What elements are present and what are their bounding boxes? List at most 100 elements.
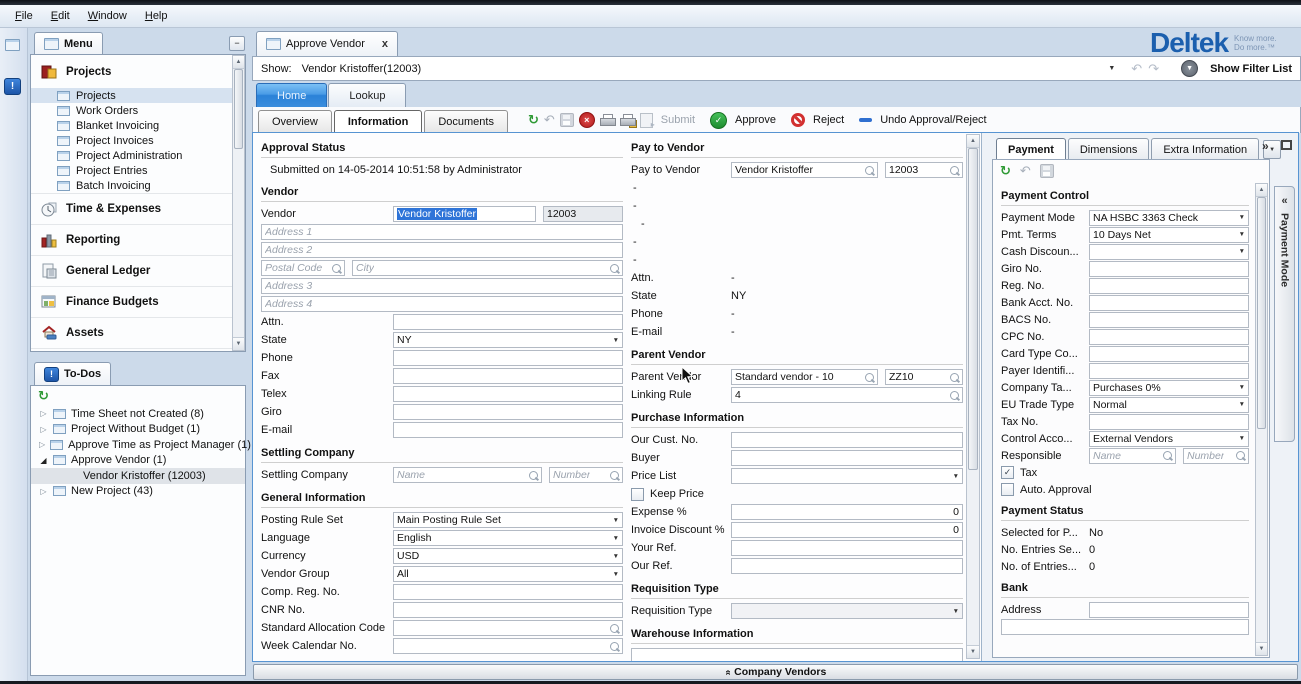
expander-icon[interactable]: ▷ [39, 440, 45, 449]
undo-approval-icon[interactable] [859, 118, 872, 122]
cash-discoun-select[interactable]: ▼ [1089, 244, 1249, 260]
standard-allocation-code-lookup[interactable] [393, 620, 623, 636]
address-input[interactable] [631, 648, 963, 661]
our-cust-no-input[interactable] [731, 432, 963, 448]
undo-icon[interactable]: ↶ [544, 114, 555, 126]
sidebar-group-assets[interactable]: Assets [31, 317, 232, 348]
language-select[interactable]: English▼ [393, 530, 623, 546]
company-vendors-bar[interactable]: « Company Vendors [253, 664, 1298, 680]
maximize-panel-icon[interactable] [1281, 140, 1292, 150]
buyer-input[interactable] [731, 450, 963, 466]
sidebar-item-blanket-invoicing[interactable]: Blanket Invoicing [31, 118, 232, 133]
your-ref-input[interactable] [731, 540, 963, 556]
week-calendar-no-lookup[interactable] [393, 638, 623, 654]
tax-checkbox[interactable]: ✓ [1001, 466, 1014, 479]
print-icon[interactable] [600, 114, 615, 127]
bank-acct-no-input[interactable] [1089, 295, 1249, 311]
responsible-lookup[interactable]: Name [1089, 448, 1176, 464]
tab-lookup[interactable]: Lookup [328, 83, 406, 108]
payment-mode-select[interactable]: NA HSBC 3363 Check▼ [1089, 210, 1249, 226]
expander-icon[interactable]: ▷ [39, 409, 48, 418]
fax-input[interactable] [393, 368, 623, 384]
invoice-discount-input[interactable]: 0 [731, 522, 963, 538]
refresh-icon[interactable]: ↻ [38, 390, 49, 402]
print-setup-icon[interactable] [620, 114, 635, 127]
todo-item-time-sheet-not-created-8[interactable]: ▷Time Sheet not Created (8) [31, 406, 245, 422]
submit-button[interactable]: Submit [661, 114, 695, 126]
e-mail-input[interactable] [393, 422, 623, 438]
sidebar-group-general-ledger[interactable]: General Ledger [31, 255, 232, 286]
requisition-type-select[interactable]: ▼ [731, 603, 963, 619]
keep-price-checkbox[interactable] [631, 488, 644, 501]
panels-icon[interactable] [5, 39, 20, 51]
cnr-no-input[interactable] [393, 602, 623, 618]
giro-no-input[interactable] [1089, 261, 1249, 277]
filter-list-toggle-icon[interactable]: ▼ [1181, 60, 1198, 77]
refresh-icon[interactable]: ↻ [1000, 165, 1011, 177]
parent-vendor-lookup[interactable]: ZZ10 [885, 369, 963, 385]
scroll-down-icon[interactable]: ▼ [967, 645, 979, 658]
menu-edit[interactable]: Edit [42, 8, 79, 24]
scroll-up-icon[interactable]: ▲ [1256, 184, 1267, 197]
expander-icon[interactable]: ▷ [39, 487, 48, 496]
state-select[interactable]: NY▼ [393, 332, 623, 348]
pmt-terms-select[interactable]: 10 Days Net▼ [1089, 227, 1249, 243]
tax-no-input[interactable] [1089, 414, 1249, 430]
show-combo-arrow-icon[interactable]: ▼ [1108, 65, 1115, 72]
card-type-co-input[interactable] [1089, 346, 1249, 362]
vendor-input[interactable]: Vendor Kristoffer [393, 206, 536, 222]
company-ta-select[interactable]: Purchases 0%▼ [1089, 380, 1249, 396]
subtab-information[interactable]: Information [334, 110, 423, 133]
history-back-forward-icons[interactable]: ↶↷ [1131, 61, 1165, 77]
expense-input[interactable]: 0 [731, 504, 963, 520]
show-filter-list-button[interactable]: Show Filter List [1210, 63, 1292, 75]
auto-approval-checkbox[interactable] [1001, 483, 1014, 496]
show-combo-value[interactable]: Vendor Kristoffer(12003) [302, 63, 422, 75]
giro-input[interactable] [393, 404, 623, 420]
sidebar-item-batch-invoicing[interactable]: Batch Invoicing [31, 178, 232, 193]
bacs-no-input[interactable] [1089, 312, 1249, 328]
cpc-no-input[interactable] [1089, 329, 1249, 345]
tab-home[interactable]: Home [256, 83, 327, 108]
telex-input[interactable] [393, 386, 623, 402]
menu-file[interactable]: File [6, 8, 42, 24]
submit-icon[interactable] [640, 113, 653, 128]
sidebar-item-work-orders[interactable]: Work Orders [31, 103, 232, 118]
panel-tab-dimensions[interactable]: Dimensions [1068, 138, 1149, 161]
sidebar-item-project-administration[interactable]: Project Administration [31, 148, 232, 163]
todo-alert-icon[interactable]: ! [4, 78, 21, 95]
scroll-down-icon[interactable]: ▼ [233, 337, 244, 350]
reject-icon[interactable] [791, 113, 805, 127]
save-icon[interactable] [560, 113, 574, 127]
attn-input[interactable] [393, 314, 623, 330]
phone-input[interactable] [393, 350, 623, 366]
address-input[interactable] [1089, 602, 1249, 618]
our-ref-input[interactable] [731, 558, 963, 574]
scrollbar-thumb[interactable] [1257, 197, 1266, 429]
todo-child-vendor-kristoffer-12003[interactable]: Vendor Kristoffer (12003) [31, 468, 245, 484]
linking-rule-lookup[interactable]: 4 [731, 387, 963, 403]
sidebar-item-project-entries[interactable]: Project Entries [31, 163, 232, 178]
comp-reg-no-input[interactable] [393, 584, 623, 600]
posting-rule-set-select[interactable]: Main Posting Rule Set▼ [393, 512, 623, 528]
sidebar-item-projects[interactable]: Projects [31, 88, 232, 103]
price-list-select[interactable]: ▼ [731, 468, 963, 484]
scroll-down-icon[interactable]: ▼ [1256, 642, 1267, 655]
menu-panel-tab[interactable]: Menu [34, 32, 103, 55]
address-input[interactable]: Address 4 [261, 296, 623, 312]
todo-item-approve-vendor-1[interactable]: ◢Approve Vendor (1) [31, 453, 245, 469]
expander-icon[interactable]: ▷ [39, 425, 48, 434]
panel-tab-payment[interactable]: Payment [996, 138, 1066, 161]
undo-icon[interactable]: ↶ [1020, 165, 1031, 177]
undo-approval-button[interactable]: Undo Approval/Reject [880, 114, 986, 126]
scroll-up-icon[interactable]: ▲ [233, 56, 244, 69]
refresh-icon[interactable]: ↻ [528, 114, 539, 126]
menu-minimize-button[interactable]: − [229, 36, 245, 51]
approve-icon[interactable]: ✓ [710, 112, 727, 129]
address-lookup[interactable]: Postal Code [261, 260, 345, 276]
pay-to-vendor-lookup[interactable]: Vendor Kristoffer [731, 162, 878, 178]
todo-item-approve-time-as-project-manager-1[interactable]: ▷Approve Time as Project Manager (1) [31, 437, 245, 453]
save-icon[interactable] [1040, 164, 1054, 178]
payer-identifi-input[interactable] [1089, 363, 1249, 379]
subtab-overview[interactable]: Overview [258, 110, 332, 133]
